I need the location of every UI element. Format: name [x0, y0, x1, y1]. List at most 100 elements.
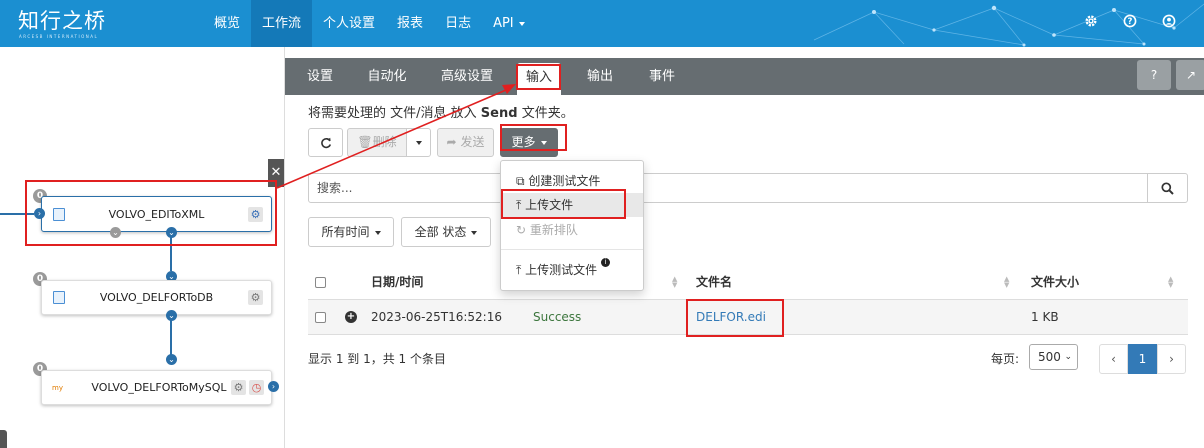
send-label: 发送	[460, 135, 485, 149]
error-port-icon[interactable]: ⌄	[110, 227, 121, 238]
page-1-button[interactable]: 1	[1128, 344, 1157, 374]
column-datetime[interactable]: 日期/时间	[371, 264, 423, 300]
column-filename[interactable]: 文件名	[696, 264, 732, 300]
redo-icon: ↻	[516, 223, 527, 237]
workflow-canvas[interactable]: ✕ 0 VOLVO_EDIToXML ⚙ › ⌄ ⌄ ⌄ 0 VOLVO_DEL…	[0, 47, 285, 448]
help-button[interactable]: ?	[1137, 60, 1171, 90]
search-button[interactable]	[1147, 173, 1188, 203]
connector-line	[170, 320, 172, 355]
node-settings-icon[interactable]: ⚙	[231, 380, 246, 395]
more-button[interactable]: 更多	[500, 128, 558, 157]
more-label: 更多	[511, 135, 536, 149]
settings-tabbar: 设置 自动化 高级设置 输入 输出 事件 ? ↗	[285, 58, 1204, 95]
tab-advanced[interactable]: 高级设置	[434, 58, 500, 95]
help-icon[interactable]: ?	[1122, 14, 1138, 30]
delete-dropdown-toggle[interactable]	[406, 128, 431, 157]
delete-button[interactable]: 🗑删除	[347, 128, 407, 157]
send-button[interactable]: ➦ 发送	[437, 128, 494, 157]
menu-item-requeue[interactable]: ↻ 重新排队	[501, 218, 643, 242]
tab-automation[interactable]: 自动化	[361, 58, 413, 95]
menu-item-upload-file[interactable]: ⤒ 上传文件	[501, 193, 643, 217]
table-row[interactable]: + 2023-06-25T16:52:16 Success DELFOR.edi…	[308, 300, 1188, 335]
refresh-icon	[320, 137, 331, 148]
network-decoration	[813, 3, 1204, 47]
status-filter-label: 全部 状态	[414, 225, 467, 239]
main-nav: 概览 工作流 个人设置 报表 日志 API	[203, 0, 536, 47]
nav-item-logs[interactable]: 日志	[434, 0, 482, 47]
hint-folder: Send	[480, 106, 518, 121]
workflow-node-edi-to-xml[interactable]: VOLVO_EDIToXML ⚙	[41, 196, 272, 232]
next-page-button[interactable]: ›	[1157, 344, 1186, 374]
brand-tagline: ARCESB INTERNATIONAL	[19, 34, 99, 39]
connector-line	[170, 237, 172, 271]
time-filter[interactable]: 所有时间	[308, 217, 394, 247]
per-page-value: 500	[1038, 350, 1061, 364]
expand-handle[interactable]	[0, 430, 7, 448]
sort-icon[interactable]: ▲ ▼	[1004, 276, 1009, 289]
row-filesize: 1 KB	[1031, 310, 1059, 324]
menu-item-create-test-file[interactable]: ⧉ 创建测试文件	[501, 169, 643, 193]
menu-item-label: 重新排队	[529, 223, 578, 237]
info-icon[interactable]: i	[600, 258, 610, 267]
select-all-checkbox[interactable]	[315, 277, 326, 288]
node-settings-icon[interactable]: ⚙	[248, 290, 263, 305]
search-input[interactable]: 搜索...	[308, 173, 1148, 203]
sort-icon[interactable]: ▲ ▼	[672, 276, 677, 289]
menu-item-label: 上传测试文件	[525, 263, 598, 277]
search-icon	[1161, 181, 1174, 195]
row-checkbox[interactable]	[315, 312, 326, 323]
nav-item-workflow[interactable]: 工作流	[251, 0, 313, 47]
prev-page-button[interactable]: ‹	[1099, 344, 1128, 374]
tab-settings[interactable]: 设置	[299, 58, 341, 95]
delete-label: 删除	[372, 135, 397, 149]
per-page-label: 每页:	[991, 352, 1020, 366]
menu-item-label: 创建测试文件	[528, 174, 601, 188]
collapse-panel-button[interactable]: ✕	[268, 159, 284, 187]
sort-icon[interactable]: ▲ ▼	[1168, 276, 1173, 289]
input-port-icon[interactable]: ⌄	[166, 354, 177, 365]
menu-item-upload-test-file[interactable]: ⤒ 上传测试文件 i	[501, 258, 643, 282]
user-icon[interactable]	[1161, 14, 1177, 30]
nav-item-reports[interactable]: 报表	[386, 0, 434, 47]
caret-down-icon	[518, 21, 525, 26]
nav-item-overview[interactable]: 概览	[203, 0, 251, 47]
workflow-node-delfor-to-mysql[interactable]: my VOLVO_DELFORToMySQL ⚙ ◷	[41, 370, 272, 405]
status-filter[interactable]: 全部 状态	[401, 217, 491, 247]
caret-down-icon	[374, 230, 381, 235]
workflow-node-delfor-to-db[interactable]: VOLVO_DELFORToDB ⚙	[41, 280, 272, 315]
upload-icon: ⤒	[516, 198, 522, 212]
row-filename-link[interactable]: DELFOR.edi	[696, 300, 766, 335]
menu-item-label: 上传文件	[525, 198, 574, 212]
menu-divider	[501, 249, 643, 250]
node-title: VOLVO_DELFORToDB	[99, 291, 214, 304]
row-datetime: 2023-06-25T16:52:16	[371, 310, 502, 324]
tab-output[interactable]: 输出	[581, 58, 619, 95]
expand-row-icon[interactable]: +	[345, 311, 357, 323]
copy-icon: ⧉	[516, 174, 525, 188]
input-port-icon[interactable]: ›	[34, 208, 45, 219]
caret-down-icon	[540, 140, 547, 145]
column-filesize[interactable]: 文件大小	[1031, 264, 1079, 300]
tab-events[interactable]: 事件	[640, 58, 684, 95]
top-navbar: 知行之桥 ARCESB INTERNATIONAL 概览 工作流 个人设置 报表…	[0, 0, 1204, 47]
brand-logo[interactable]: 知行之桥 ARCESB INTERNATIONAL	[18, 8, 106, 40]
nav-item-profile[interactable]: 个人设置	[312, 0, 386, 47]
pagination: ‹ 1 ›	[1099, 344, 1186, 374]
time-filter-label: 所有时间	[321, 225, 370, 239]
tab-input[interactable]: 输入	[517, 63, 561, 95]
node-settings-icon[interactable]: ⚙	[248, 207, 263, 222]
external-link-icon[interactable]: ↗	[1176, 60, 1204, 90]
more-dropdown-menu: ⧉ 创建测试文件 ⤒ 上传文件 ↻ 重新排队 ⤒ 上传测试文件 i	[500, 160, 644, 291]
clock-icon[interactable]: ◷	[249, 380, 264, 395]
refresh-button[interactable]	[308, 128, 343, 157]
caret-down-icon	[415, 140, 422, 145]
incoming-connector	[0, 213, 34, 215]
table-header: 日期/时间 ▲▼ 状态 文件名 ▲▼ 文件大小 ▲▼	[308, 264, 1188, 300]
gear-icon[interactable]	[1083, 14, 1099, 30]
svg-text:?: ?	[1128, 17, 1133, 27]
brand-name: 知行之桥	[18, 9, 106, 33]
hint-text: 将需要处理的 文件/消息 放入	[308, 106, 477, 121]
per-page-select[interactable]: 500 ⌄	[1029, 344, 1078, 370]
output-port-icon[interactable]: ›	[268, 381, 279, 392]
nav-item-api[interactable]: API	[482, 0, 536, 47]
